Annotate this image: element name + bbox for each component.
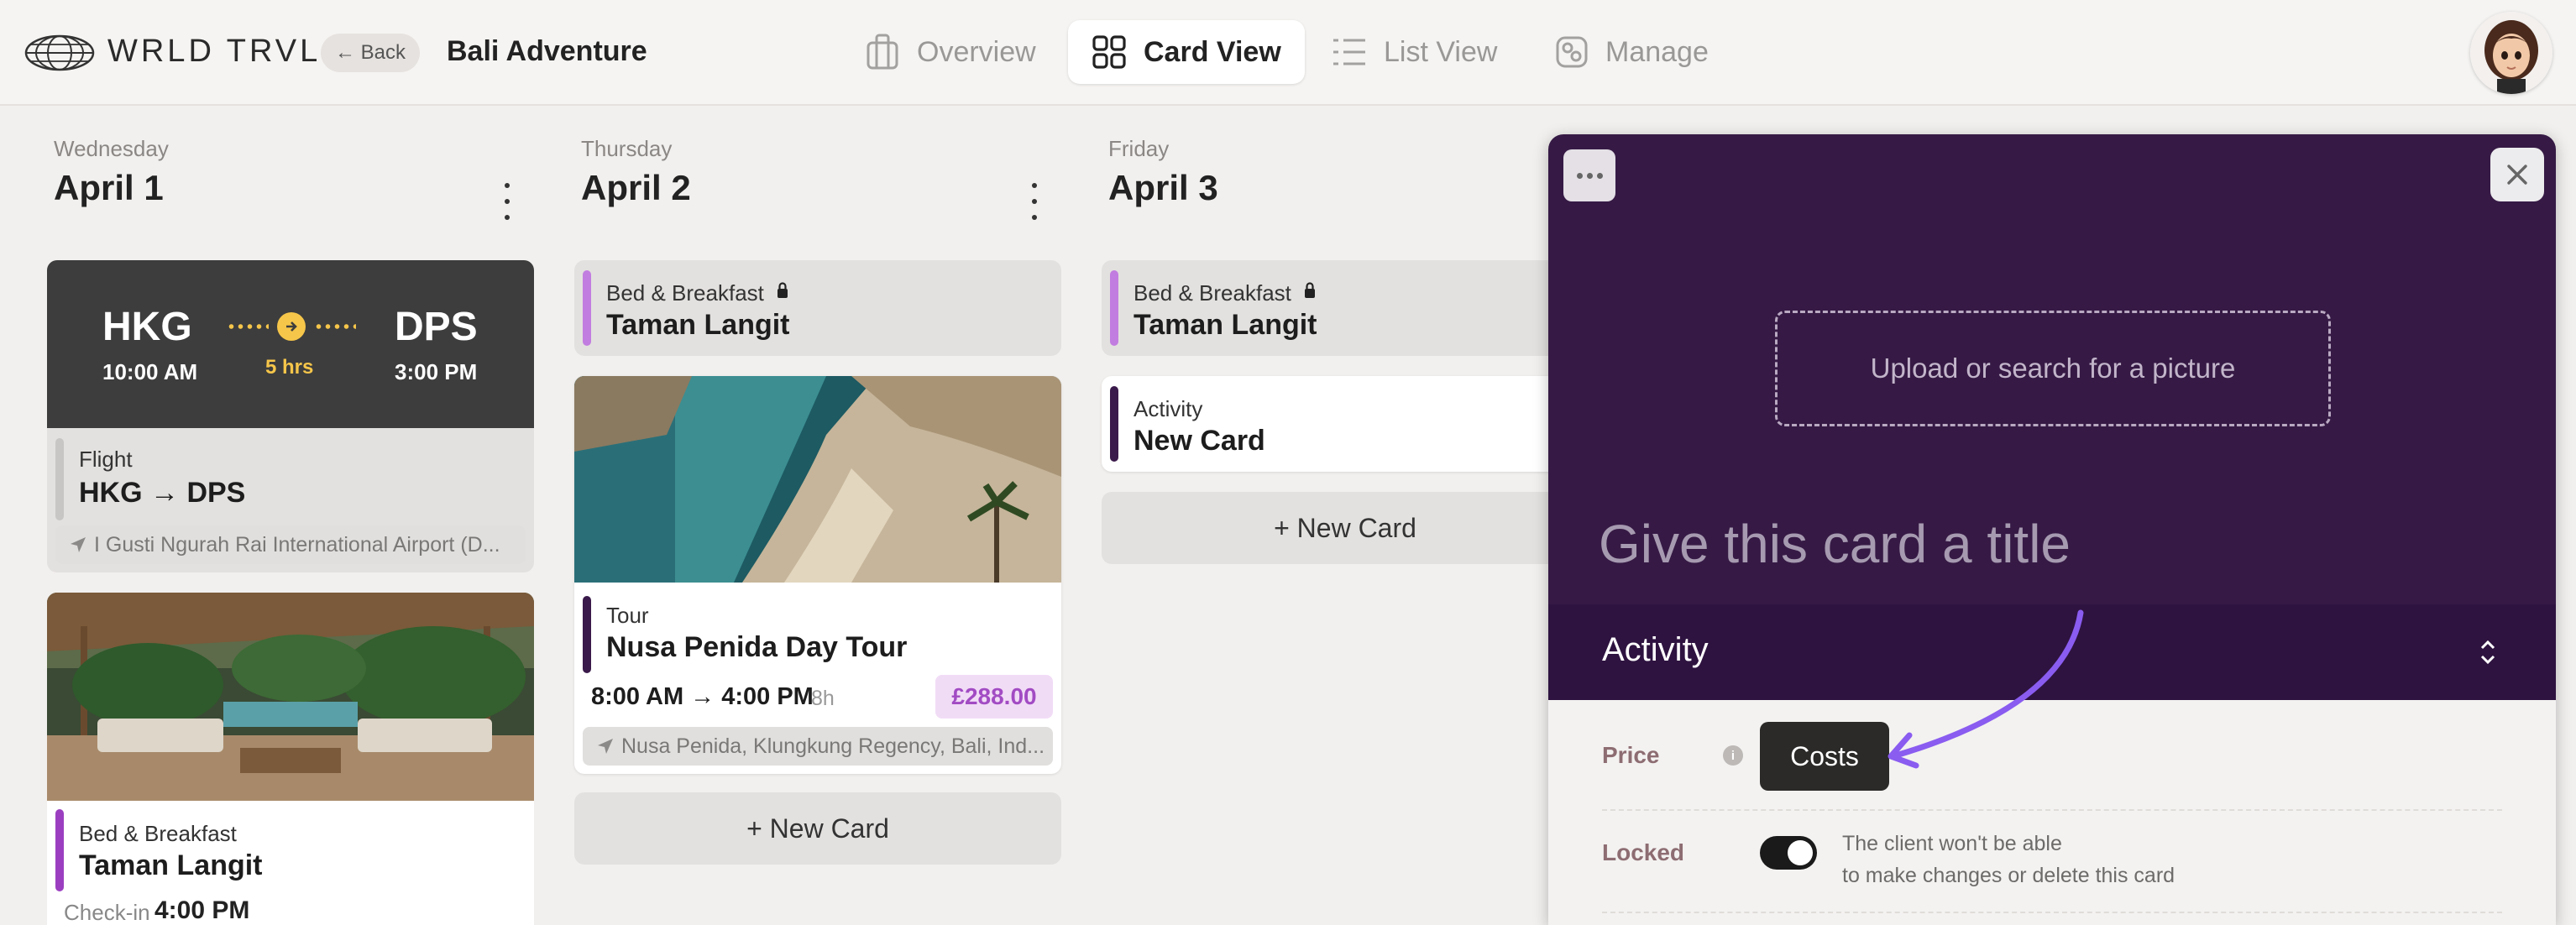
day-date: April 1	[54, 168, 164, 207]
card-color-bar	[1110, 270, 1118, 346]
tour-times: 8:00 AM → 4:00 PM	[591, 683, 814, 710]
location-arrow-icon	[71, 537, 86, 552]
new-card-button[interactable]: + New Card	[574, 792, 1061, 865]
location-arrow-icon	[598, 739, 613, 754]
chevron-up-down-icon	[2480, 640, 2495, 665]
flight-dots	[227, 324, 269, 329]
annotation-arrow-icon	[1887, 609, 2084, 769]
tab-label: Overview	[917, 35, 1036, 68]
back-button[interactable]: ← Back	[321, 34, 420, 72]
day-menu-icon[interactable]	[499, 183, 516, 220]
card-title: Nusa Penida Day Tour	[606, 631, 908, 663]
locked-note-line: The client won't be able	[1842, 832, 2062, 855]
arrival-time: 3:00 PM	[395, 359, 478, 384]
checkin-label: Check-in	[64, 900, 150, 925]
flight-duration: 5 hrs	[265, 356, 314, 379]
tab-label: Card View	[1144, 35, 1281, 68]
card-title-input[interactable]	[1599, 510, 2438, 577]
card-type: Bed & Breakfast	[79, 821, 237, 846]
location-bar: I Gusti Ngurah Rai International Airport…	[55, 525, 526, 564]
bag-icon	[867, 34, 898, 70]
manage-icon	[1556, 36, 1588, 68]
day-weekday: Wednesday	[54, 136, 169, 161]
day-weekday: Thursday	[581, 136, 673, 161]
flight-card[interactable]: HKG 10:00 AM 5 hrs DPS 3:00 PM Flight HK…	[47, 260, 534, 572]
new-card-button[interactable]: + New Card	[1102, 492, 1589, 564]
card-color-bar	[583, 270, 591, 346]
upload-text: Upload or search for a picture	[1870, 353, 2236, 384]
info-icon[interactable]: i	[1723, 745, 1743, 766]
beach-photo	[574, 376, 1061, 583]
checkin-time: 4:00 PM	[154, 896, 250, 924]
card-color-bar	[583, 596, 591, 673]
card-title: Taman Langit	[79, 849, 263, 881]
location-text: I Gusti Ngurah Rai International Airport…	[94, 532, 500, 557]
card-title: Taman Langit	[606, 309, 790, 341]
card-editor-panel: Upload or search for a picture Activity …	[1548, 134, 2556, 925]
card-color-bar	[55, 438, 64, 520]
card-title: New Card	[1134, 425, 1265, 457]
card-type: Activity	[1134, 396, 1203, 421]
more-options-icon[interactable]	[1563, 149, 1615, 201]
locked-description: The client won't be able to make changes…	[1842, 828, 2175, 891]
card-type: Flight	[79, 447, 133, 472]
tour-hours: 8h	[811, 687, 835, 710]
tab-manage[interactable]: Manage	[1555, 20, 1709, 84]
grid-icon	[1092, 35, 1126, 69]
tab-list-view[interactable]: List View	[1332, 20, 1497, 84]
flight-header: HKG 10:00 AM 5 hrs DPS 3:00 PM	[47, 260, 534, 428]
trip-title: Bali Adventure	[447, 35, 647, 67]
stay-card[interactable]: Bed & Breakfast Taman Langit	[574, 260, 1061, 356]
lock-icon	[1305, 282, 1315, 298]
brand-name: WRLD TRVL	[107, 34, 322, 69]
globe-logo-icon	[24, 34, 95, 71]
location-text: Nusa Penida, Klungkung Regency, Bali, In…	[621, 734, 1045, 758]
tour-card[interactable]: Tour Nusa Penida Day Tour 8:00 AM → 4:00…	[574, 376, 1061, 774]
day-weekday: Friday	[1108, 136, 1170, 161]
tab-label: Manage	[1605, 35, 1709, 68]
flight-dots	[314, 324, 356, 329]
departure-time: 10:00 AM	[102, 359, 198, 384]
image-upload-area[interactable]: Upload or search for a picture	[1775, 311, 2331, 426]
card-title: HKG → DPS	[79, 477, 246, 509]
tab-overview[interactable]: Overview	[865, 20, 1036, 84]
villa-photo	[47, 593, 534, 801]
arrow-right-icon	[277, 312, 306, 341]
list-icon	[1333, 39, 1365, 65]
avatar-image	[2470, 12, 2552, 94]
day-date: April 3	[1108, 168, 1218, 207]
card-type: Tour	[606, 603, 649, 628]
price-label: Price	[1602, 742, 1660, 768]
arrival-code: DPS	[395, 305, 478, 349]
lock-icon	[778, 282, 788, 298]
card-type: Bed & Breakfast	[606, 280, 764, 306]
card-color-bar	[1110, 386, 1118, 462]
locked-label: Locked	[1602, 839, 1685, 865]
departure-code: HKG	[102, 305, 192, 349]
location-bar: Nusa Penida, Klungkung Regency, Bali, In…	[583, 727, 1053, 766]
day-date: April 2	[581, 168, 691, 207]
card-type: Bed & Breakfast	[1134, 280, 1291, 306]
close-icon	[2507, 165, 2527, 185]
tab-label: List View	[1384, 35, 1498, 68]
card-title: Taman Langit	[1134, 309, 1317, 341]
day-menu-icon[interactable]	[1026, 183, 1043, 220]
locked-toggle[interactable]	[1760, 836, 1817, 870]
locked-note-line: to make changes or delete this card	[1842, 864, 2175, 887]
card-type-value: Activity	[1602, 631, 1709, 668]
field-divider	[1602, 809, 2502, 811]
stay-card[interactable]: Bed & Breakfast Taman Langit	[1102, 260, 1572, 356]
activity-card[interactable]: Activity New Card	[1102, 376, 1572, 472]
close-button[interactable]	[2490, 148, 2544, 201]
card-color-bar	[55, 809, 64, 891]
price-badge: £288.00	[935, 675, 1053, 719]
field-divider	[1602, 912, 2502, 913]
top-bar: WRLD TRVL ← Back Bali Adventure Overview…	[0, 0, 2576, 106]
costs-button[interactable]: Costs	[1760, 722, 1889, 791]
tab-card-view[interactable]: Card View	[1068, 20, 1305, 84]
stay-card[interactable]: Bed & Breakfast Taman Langit Check-in 4:…	[47, 593, 534, 925]
user-avatar[interactable]	[2470, 12, 2552, 94]
